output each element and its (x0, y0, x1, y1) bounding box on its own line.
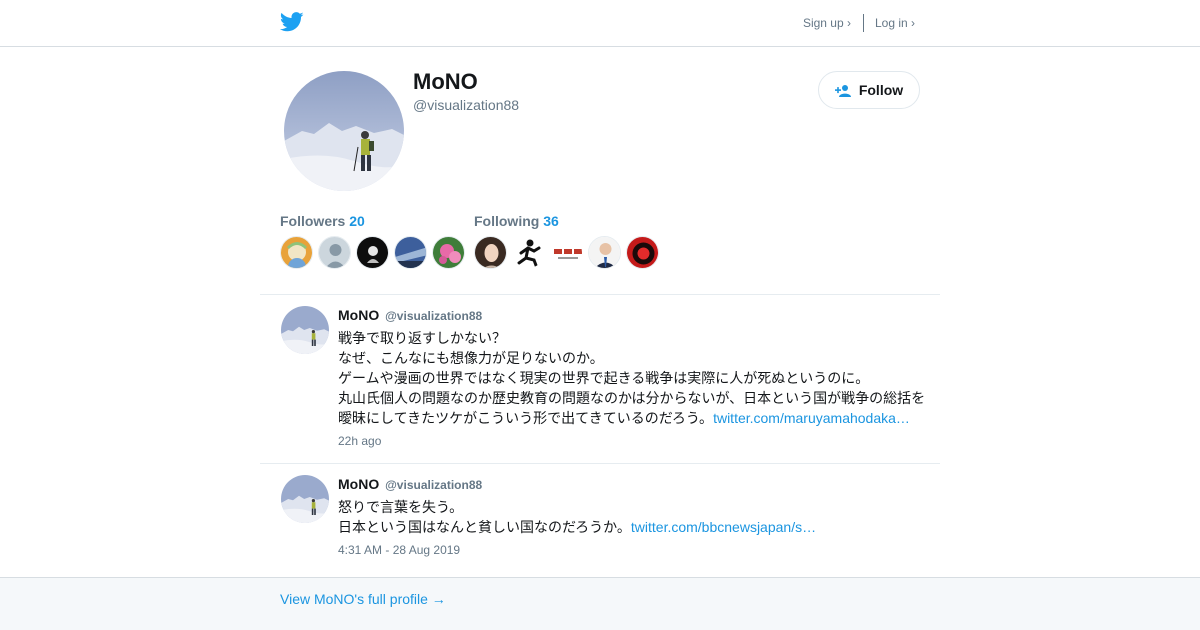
tweet-line: 戦争で取り返すしかない？ (338, 330, 506, 346)
tweet-link[interactable]: twitter.com/bbcnewsjapan/s… (631, 519, 816, 535)
following-avatar[interactable] (512, 236, 545, 269)
tweet-timestamp[interactable]: 22h ago (338, 434, 930, 448)
follow-button-label: Follow (858, 82, 904, 98)
follower-avatar[interactable] (432, 236, 465, 269)
follow-button[interactable]: Follow (818, 71, 920, 109)
following-label[interactable]: Following 36 (474, 213, 664, 229)
tweet-author-name[interactable]: MoNO (338, 307, 379, 323)
follower-avatar[interactable] (318, 236, 351, 269)
signup-link[interactable]: Sign up › (803, 16, 851, 30)
followers-count: 20 (349, 213, 365, 229)
auth-links: Sign up › Log in › (803, 14, 915, 32)
profile-handle: @visualization88 (413, 97, 520, 113)
tweet-avatar[interactable] (281, 306, 329, 354)
tweet-item[interactable]: MoNO @visualization88 戦争で取り返すしかない？ なぜ、こん… (260, 295, 940, 464)
tweet-author-handle[interactable]: @visualization88 (385, 478, 482, 492)
following-avatar[interactable] (588, 236, 621, 269)
following-avatar[interactable] (550, 236, 583, 269)
tweet-avatar[interactable] (281, 475, 329, 523)
profile-avatar[interactable] (284, 71, 404, 191)
tweet-item[interactable]: MoNO @visualization88 怒りで言葉を失う。 日本という国はな… (260, 464, 940, 577)
tweet-header: MoNO @visualization88 (338, 307, 930, 323)
follower-avatar[interactable] (356, 236, 389, 269)
tweet-line-last: 曖昧にしてきたツケがこういう形で出てきているのだろう。twitter.com/m… (338, 410, 910, 426)
follower-avatar[interactable] (394, 236, 427, 269)
tweet-line: ゲームや漫画の世界ではなく現実の世界で起きる戦争は実際に人が死ぬというのに。 (338, 370, 870, 386)
tweet-body: MoNO @visualization88 戦争で取り返すしかない？ なぜ、こん… (338, 307, 930, 448)
tweet-line: 怒りで言葉を失う。 (338, 499, 464, 515)
tweet-line: なぜ、こんなにも想像力が足りないのか。 (338, 350, 604, 366)
following-avatar[interactable] (474, 236, 507, 269)
followers-label[interactable]: Followers 20 (280, 213, 470, 229)
follower-avatar[interactable] (280, 236, 313, 269)
footer-bar: View MoNO's full profile → (0, 577, 1200, 630)
tweet-header: MoNO @visualization88 (338, 476, 930, 492)
tweet-line-last: 日本という国はなんと貧しい国なのだろうか。twitter.com/bbcnews… (338, 519, 817, 535)
following-group: Following 36 (474, 213, 664, 269)
tweet-author-handle[interactable]: @visualization88 (385, 309, 482, 323)
auth-divider (862, 14, 864, 32)
login-link[interactable]: Log in › (875, 16, 915, 30)
profile-name: MoNO (413, 69, 478, 94)
tweet-body: MoNO @visualization88 怒りで言葉を失う。 日本という国はな… (338, 476, 930, 557)
twitter-bird-icon[interactable] (280, 11, 304, 33)
tweet-text: 戦争で取り返すしかない？ なぜ、こんなにも想像力が足りないのか。 ゲームや漫画の… (338, 328, 930, 428)
following-avatars (474, 236, 664, 269)
add-person-icon (834, 84, 851, 97)
tweet-line: 丸山氏個人の問題なのか歴史教育の問題なのかは分からないが、日本という国が戦争の総… (338, 390, 926, 406)
profile-card: MoNO @visualization88 Follow Followers 2… (260, 47, 940, 295)
followers-avatars (280, 236, 470, 269)
followers-group: Followers 20 (280, 213, 470, 269)
following-avatar[interactable] (626, 236, 659, 269)
tweet-timestamp[interactable]: 4:31 AM - 28 Aug 2019 (338, 543, 930, 557)
tweet-author-name[interactable]: MoNO (338, 476, 379, 492)
view-full-profile-link[interactable]: View MoNO's full profile → (280, 591, 446, 607)
top-bar: Sign up › Log in › (0, 0, 1200, 47)
tweet-text: 怒りで言葉を失う。 日本という国はなんと貧しい国なのだろうか。twitter.c… (338, 497, 930, 537)
following-count: 36 (543, 213, 559, 229)
tweet-link[interactable]: twitter.com/maruyamahodaka… (713, 410, 910, 426)
